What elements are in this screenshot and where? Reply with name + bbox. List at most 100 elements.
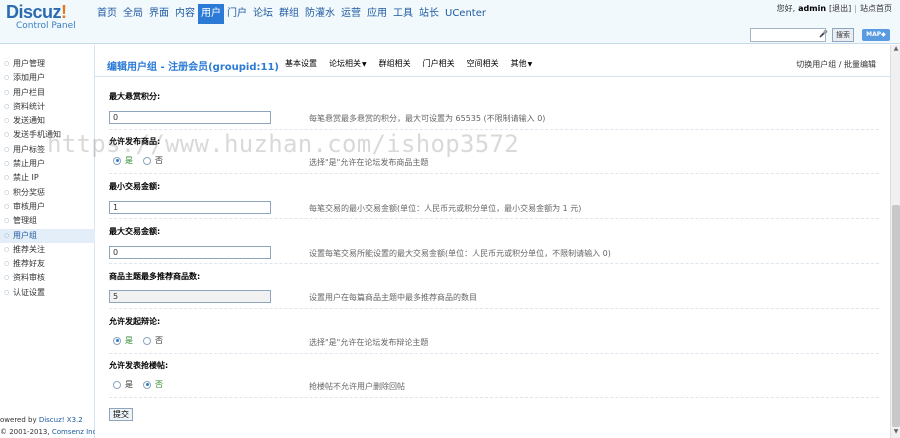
nav-apps[interactable]: 应用 [364,4,390,24]
nav-groups[interactable]: 群组 [276,4,302,24]
sidebar-item-label: 禁止 IP [13,173,39,183]
max-trade-hint: 设置每笔交易所能设置的最大交易金额(单位：人民币元或积分单位，不限制请输入 0) [309,249,611,258]
bullet-icon: ○ [4,217,10,225]
sidebar-item-notify[interactable]: ○ 发送通知 [0,114,95,128]
bullet-icon: ○ [4,188,10,196]
tab-label: 论坛相关 [329,59,361,68]
tab-basic[interactable]: 基本设置 [285,58,317,69]
sidebar-item-user-fields[interactable]: ○ 用户栏目 [0,86,95,100]
search-input[interactable] [750,28,826,42]
divider [109,218,879,219]
nav-users[interactable]: 用户 [198,4,224,24]
user-info: 您好, admin [退出] | 站点首页 [777,3,892,14]
bullet-icon: ○ [4,160,10,168]
tab-label: 群组相关 [378,59,411,68]
sidebar-item-moderate[interactable]: ○ 审核用户 [0,200,95,214]
site-home-link[interactable]: 站点首页 [860,3,892,14]
allow-trade-label: 允许发布商品: [109,137,161,146]
sidebar-item-mobile-notify[interactable]: ○ 发送手机通知 [0,128,95,142]
sidebar-item-profile-review[interactable]: ○ 资料审核 [0,271,95,285]
sidebar-item-friends[interactable]: ○ 推荐好友 [0,257,95,271]
allow-debate-label: 允许发起辩论: [109,317,161,326]
tab-label: 其他 [510,59,527,68]
nav-ucenter[interactable]: UCenter [442,4,489,24]
page-title: 编辑用户组 - 注册会员(groupid:11) [107,62,279,73]
max-trade-input[interactable]: 0 [109,246,271,259]
bullet-icon: ○ [4,60,10,67]
nav-content[interactable]: 内容 [172,4,198,24]
max-recommend-hint: 设置用户在每篇商品主题中最多推荐商品的数目 [309,293,477,302]
powered-prefix: owered by [0,416,39,424]
scroll-up-arrow-icon[interactable]: ▲ [892,45,900,55]
sidebar-item-verify[interactable]: ○ 认证设置 [0,286,95,300]
nav-forum[interactable]: 论坛 [250,4,276,24]
scroll-down-arrow-icon[interactable]: ▼ [892,428,900,438]
sidebar-item-user-group[interactable]: ○ 用户组 [0,228,95,243]
scrollbar-thumb[interactable] [892,205,900,427]
nav-portal[interactable]: 门户 [224,4,250,24]
powered-link[interactable]: Discuz! X3.2 [39,416,83,424]
tab-space[interactable]: 空间相关 [467,58,499,69]
radio-label: 否 [155,156,163,165]
nav-home[interactable]: 首页 [94,4,120,24]
bullet-icon: ○ [4,74,10,82]
sidebar-item-admin-group[interactable]: ○ 管理组 [0,214,95,228]
tab-group[interactable]: 群组相关 [379,58,411,69]
sidebar-item-label: 管理组 [13,216,37,226]
tab-portal[interactable]: 门户相关 [423,58,455,69]
sidebar-item-label: 资料统计 [13,101,45,111]
allow-debate-hint: 选择"是"允许在论坛发布辩论主题 [309,338,429,347]
sidebar-item-add-user[interactable]: ○ 添加用户 [0,71,95,85]
map-button[interactable]: MAP◆ [862,29,890,41]
radio-label: 否 [155,380,163,389]
bullet-icon: ○ [4,88,10,96]
sidebar-item-ban-ip[interactable]: ○ 禁止 IP [0,171,95,185]
sidebar-item-label: 积分奖惩 [13,187,45,197]
nav-tools[interactable]: 工具 [390,4,416,24]
nav-global[interactable]: 全局 [120,4,146,24]
sidebar-item-credits[interactable]: ○ 积分奖惩 [0,186,95,200]
submit-button[interactable]: 提交 [109,408,133,421]
sidebar-item-label: 禁止用户 [13,159,45,169]
allow-trade-yes-radio[interactable] [113,156,121,165]
settings-form: 最大悬赏积分: 0 每笔悬赏最多悬赏的积分，最大可设置为 65535 (不限制请… [95,79,890,438]
nav-operations[interactable]: 运营 [338,4,364,24]
divider [109,129,879,130]
microphone-icon[interactable]: 🎤 [819,30,828,38]
nav-antispam[interactable]: 防灌水 [302,4,338,24]
switch-group-link[interactable]: 切换用户组 / 批量编辑 [796,59,876,70]
allow-trade-no-radio[interactable] [143,156,151,165]
main-content: 编辑用户组 - 注册会员(groupid:11) 基本设置 论坛相关▼ 群组相关… [95,45,890,438]
sidebar-item-label: 审核用户 [13,201,45,211]
scrollbar[interactable]: ▲ ▼ [890,45,900,438]
sidebar-item-user-manage[interactable]: ○ 用户管理 [0,57,95,71]
copyright-link[interactable]: Comsenz Inc. [52,428,99,436]
allow-debate-no-radio[interactable] [143,336,151,345]
allow-rush-no-radio[interactable] [143,380,151,389]
logo-bang: ! [61,2,67,22]
copyright: © 2001-2013, Comsenz Inc. [0,428,99,436]
logo-brand: Discuz [6,2,62,22]
max-recommend-input[interactable]: 5 [109,290,271,303]
bullet-icon: ○ [4,145,10,153]
sidebar-item-stats[interactable]: ○ 资料统计 [0,100,95,114]
tab-bar: 基本设置 论坛相关▼ 群组相关 门户相关 空间相关 其他▼ [285,58,544,69]
bullet-icon: ○ [4,117,10,125]
nav-webmaster[interactable]: 站长 [416,4,442,24]
max-reward-input[interactable]: 0 [109,111,271,124]
search-button[interactable]: 搜索 [832,28,854,42]
min-trade-input[interactable]: 1 [109,201,271,214]
allow-debate-yes-radio[interactable] [113,336,121,345]
tab-other[interactable]: 其他▼ [511,58,533,69]
sidebar-item-tags[interactable]: ○ 用户标签 [0,143,95,157]
sidebar-item-follow[interactable]: ○ 推荐关注 [0,243,95,257]
logout-link[interactable]: [退出] [829,3,851,14]
max-reward-hint: 每笔悬赏最多悬赏的积分，最大可设置为 65535 (不限制请输入 0) [309,114,546,123]
sidebar-menu: ○ 用户管理 ○ 添加用户 ○ 用户栏目 ○ 资料统计 ○ 发送通知 ○ 发送手机通知 ○ 用… [0,57,95,300]
bullet-icon: ○ [4,260,10,268]
allow-rush-yes-radio[interactable] [113,380,121,389]
sidebar-item-ban-user[interactable]: ○ 禁止用户 [0,157,95,171]
tab-forum[interactable]: 论坛相关▼ [329,58,367,69]
sidebar-item-label: 认证设置 [13,287,45,297]
nav-interface[interactable]: 界面 [146,4,172,24]
